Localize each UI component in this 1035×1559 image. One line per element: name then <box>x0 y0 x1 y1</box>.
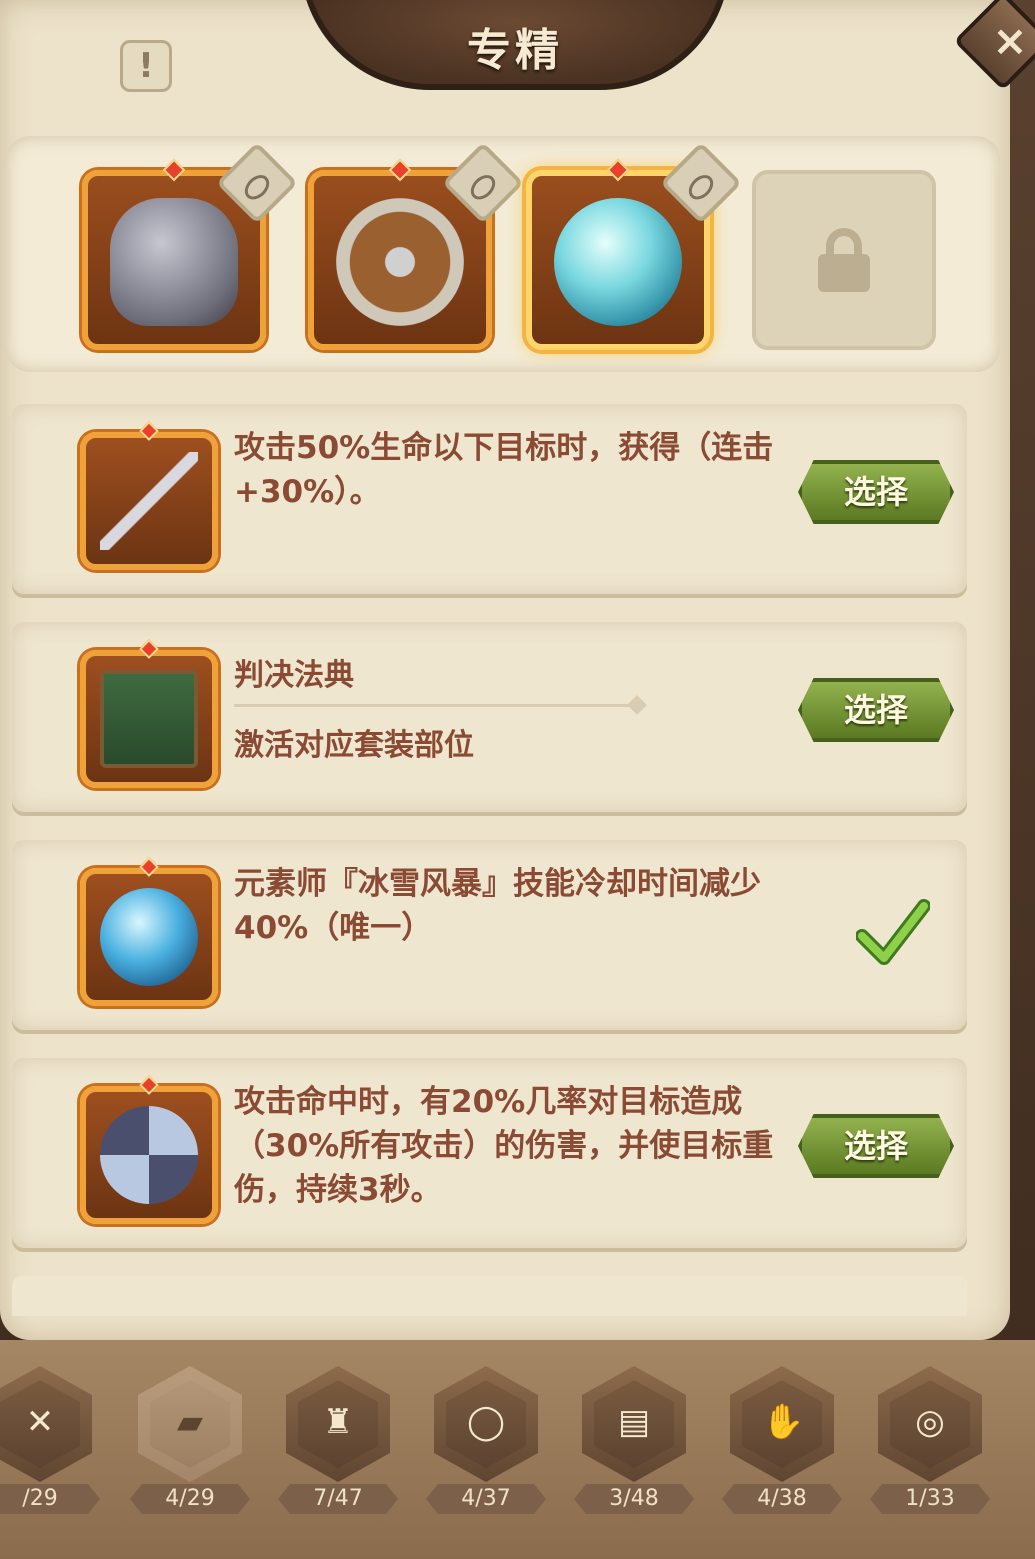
checkmark-icon <box>856 899 930 965</box>
chest-icon: ▤ <box>617 1402 651 1442</box>
option-icon-frame <box>80 1075 218 1224</box>
tab-count: 7/47 <box>278 1484 398 1514</box>
slot-locked[interactable] <box>752 170 936 350</box>
tab-count: /29 <box>0 1484 100 1514</box>
option-card-1: 攻击50%生命以下目标时，获得（连击+30%）。 选择 <box>12 404 967 594</box>
ice-orb-icon <box>554 198 682 326</box>
tab-glove[interactable]: ✋ 4/38 <box>722 1366 842 1516</box>
gem-icon <box>139 421 159 441</box>
tab-armor[interactable]: ♜ 7/47 <box>278 1366 398 1516</box>
lock-icon <box>814 228 874 294</box>
tab-count: 4/37 <box>426 1484 546 1514</box>
gem-icon <box>139 857 159 877</box>
option-card-3: 元素师『冰雪风暴』技能冷却时间减少40%（唯一） <box>12 840 967 1030</box>
kunai-icon <box>100 452 198 550</box>
ice-orb-icon <box>100 888 198 986</box>
tab-count: 1/33 <box>870 1484 990 1514</box>
option-description: 元素师『冰雪风暴』技能冷却时间减少40%（唯一） <box>234 866 761 946</box>
option-description: 攻击命中时，有20%几率对目标造成（30%所有攻击）的伤害，并使目标重伤，持续3… <box>234 1084 774 1208</box>
slot-ice-orb[interactable] <box>526 141 743 350</box>
option-icon-frame <box>80 639 218 788</box>
divider <box>234 704 634 707</box>
shield-icon <box>336 198 464 326</box>
option-card-2: 判决法典 激活对应套装部位 选择 <box>12 622 967 812</box>
page-title: 专精 <box>467 25 563 76</box>
select-button[interactable]: 选择 <box>798 460 954 524</box>
book-icon: ▰ <box>176 1402 204 1442</box>
tab-amulet[interactable]: ◯ 4/37 <box>426 1366 546 1516</box>
select-button[interactable]: 选择 <box>798 1114 954 1178</box>
glove-icon: ✋ <box>762 1402 805 1442</box>
gem-icon <box>139 1075 159 1095</box>
ring2-icon: ◎ <box>915 1402 945 1442</box>
gem-icon <box>139 639 159 659</box>
tab-book[interactable]: ▰ 4/29 <box>130 1366 250 1516</box>
option-subtitle: 激活对应套装部位 <box>234 728 474 763</box>
tab-chest[interactable]: ▤ 3/48 <box>574 1366 694 1516</box>
tab-ring[interactable]: ✕ /29 <box>0 1366 100 1516</box>
select-button[interactable]: 选择 <box>798 678 954 742</box>
tab-count: 4/38 <box>722 1484 842 1514</box>
helmet-icon <box>110 198 238 326</box>
amulet-icon: ◯ <box>466 1402 506 1442</box>
next-card-peek <box>12 1276 967 1316</box>
ring-icon: ✕ <box>25 1402 55 1442</box>
book-icon <box>100 670 198 768</box>
slot-shield[interactable] <box>308 141 525 350</box>
option-icon-frame <box>80 421 218 570</box>
option-card-4: 攻击命中时，有20%几率对目标造成（30%所有攻击）的伤害，并使目标重伤，持续3… <box>12 1058 967 1248</box>
info-button[interactable]: ! <box>120 40 172 92</box>
close-icon[interactable]: × <box>990 16 1030 65</box>
tab-ring2[interactable]: ◎ 1/33 <box>870 1366 990 1516</box>
shuriken-icon <box>100 1106 198 1204</box>
tab-count: 4/29 <box>130 1484 250 1514</box>
option-description: 攻击50%生命以下目标时，获得（连击+30%）。 <box>234 430 774 510</box>
option-title: 判决法典 <box>234 658 354 693</box>
tab-count: 3/48 <box>574 1484 694 1514</box>
slot-helmet[interactable] <box>82 141 299 350</box>
armor-icon: ♜ <box>322 1402 354 1442</box>
option-icon-frame <box>80 857 218 1006</box>
